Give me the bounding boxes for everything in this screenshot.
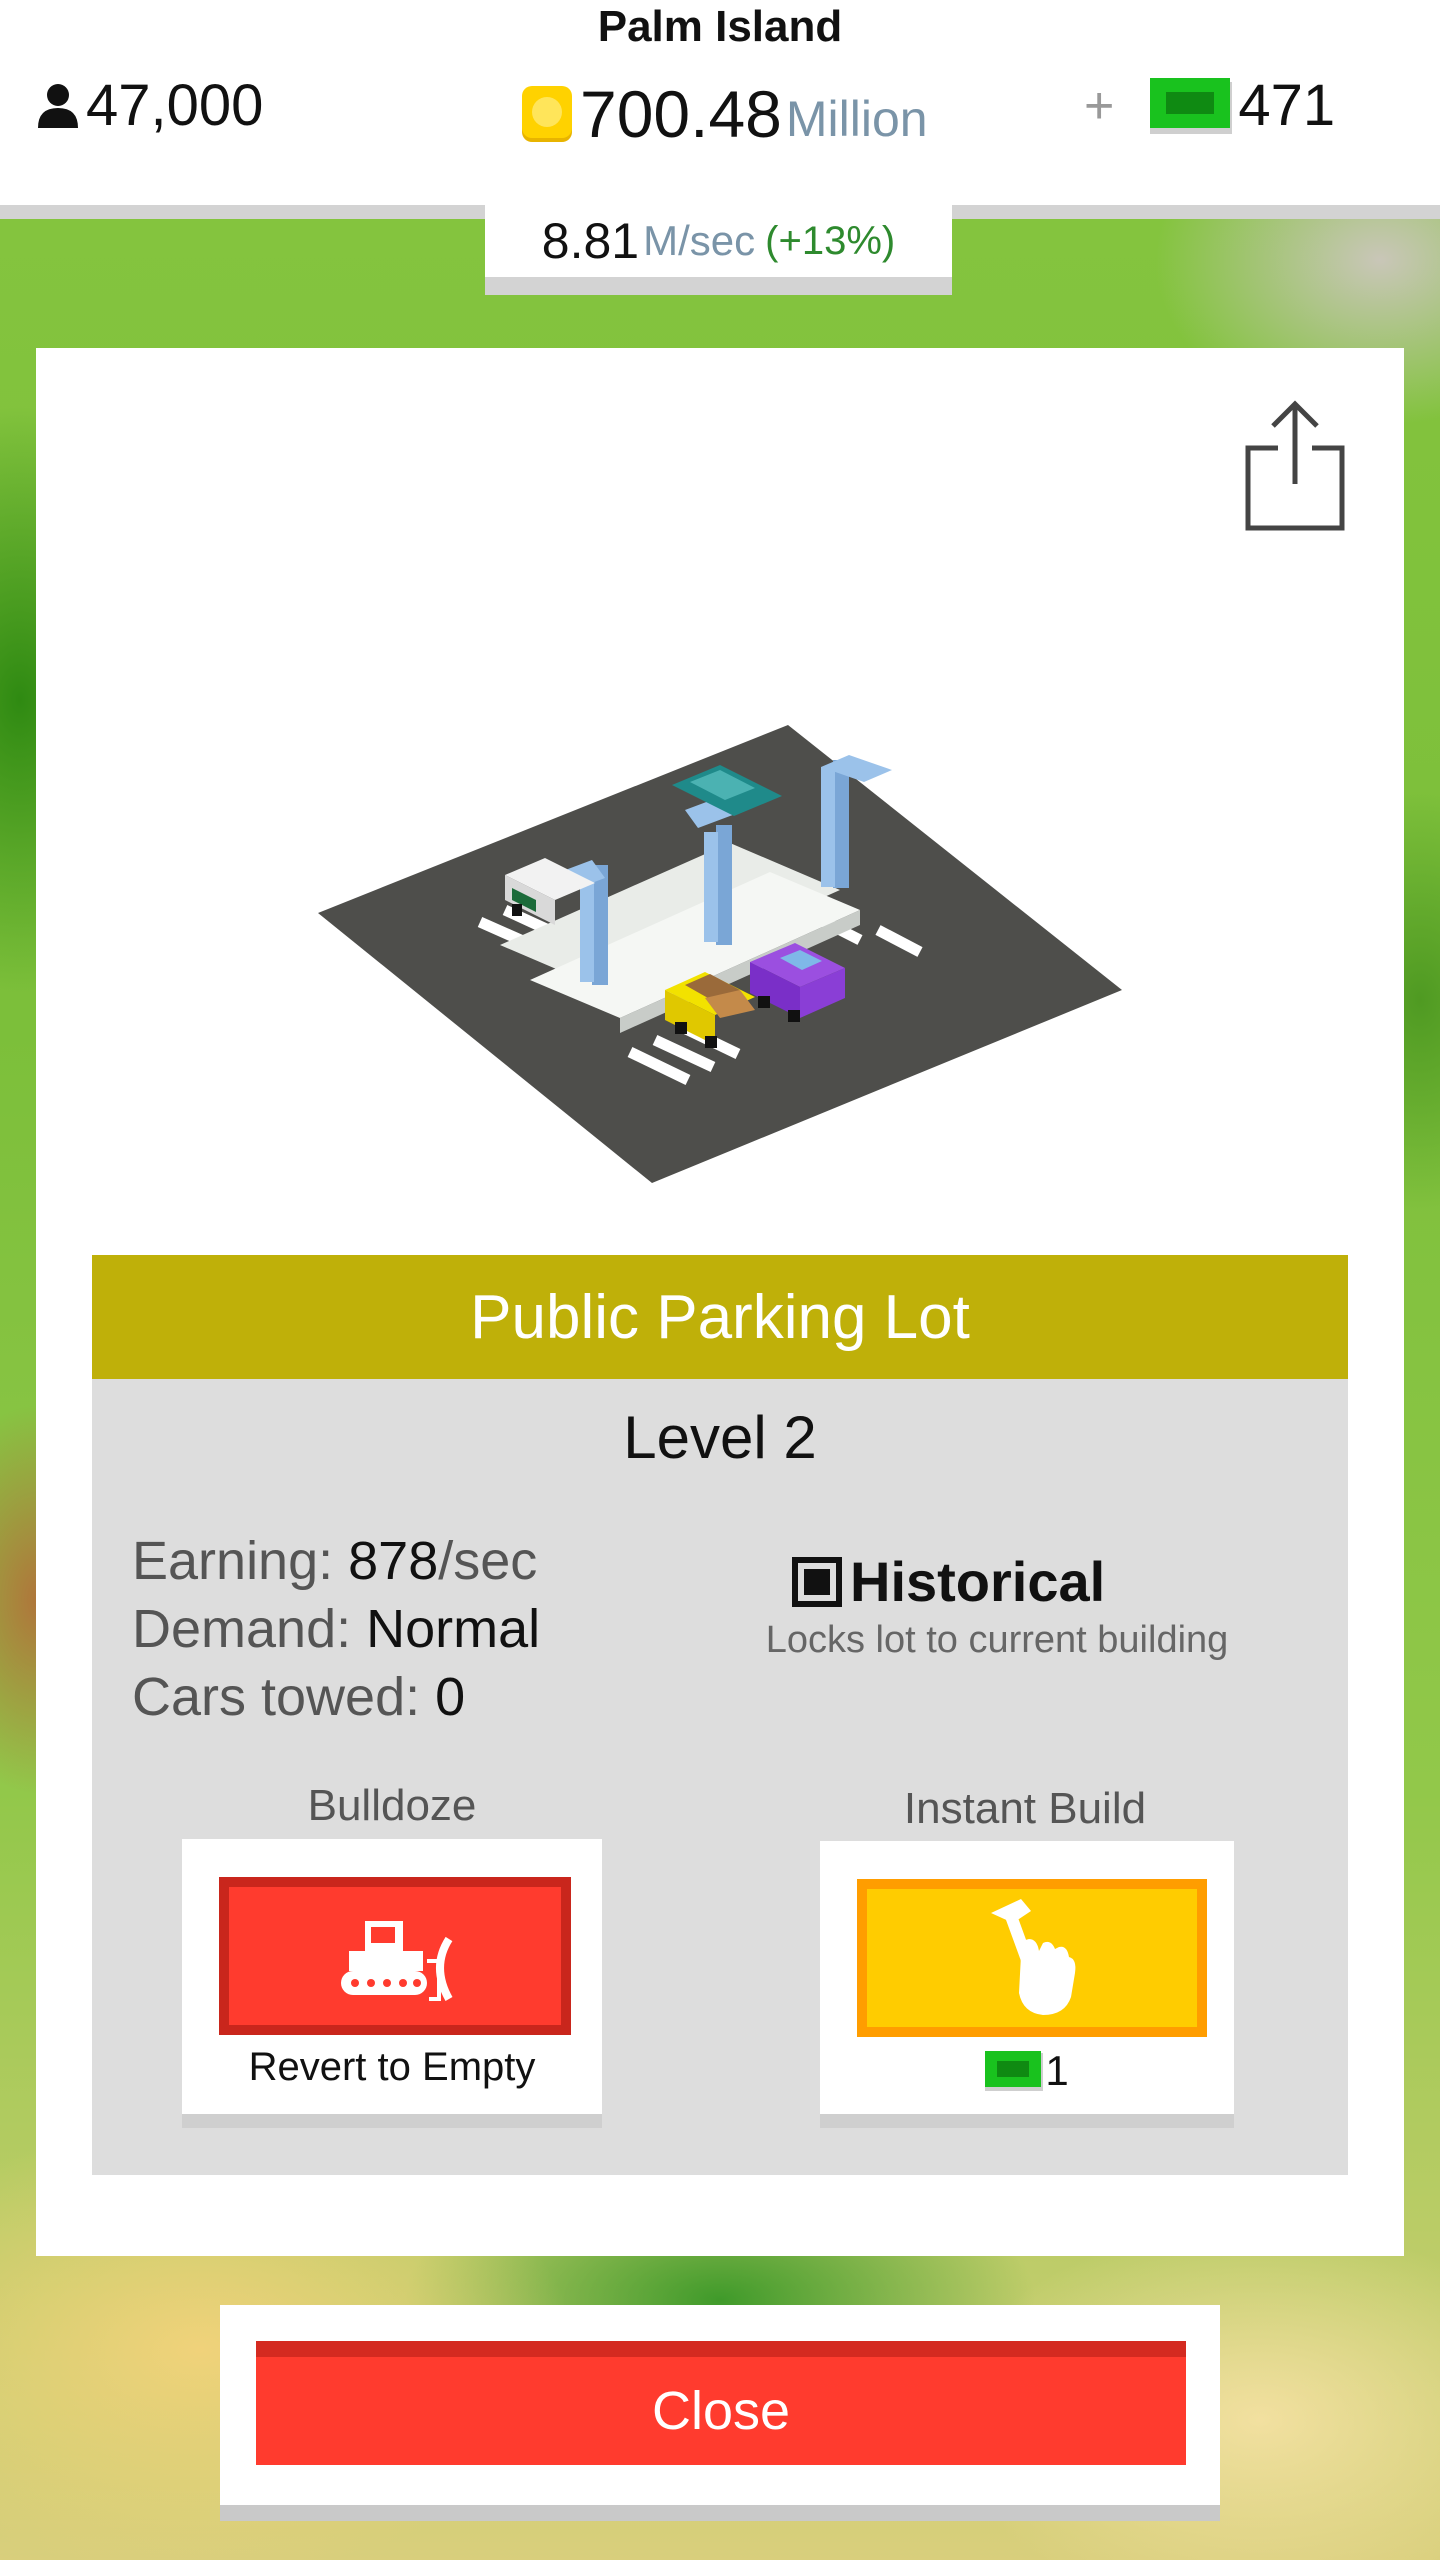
instant-build-label: Instant Build [903, 1784, 1147, 1833]
close-button[interactable]: Close [256, 2341, 1186, 2465]
bulldoze-button[interactable] [219, 1877, 571, 2035]
historical-toggle[interactable]: Historical [792, 1549, 1105, 1614]
cash-icon [1150, 77, 1233, 134]
coin-counter: 700.48 Million [520, 76, 928, 152]
demand-value: Normal [366, 1599, 541, 1659]
demand-row: Demand: Normal [132, 1595, 540, 1663]
rate-value: 8.81 [541, 213, 640, 269]
revert-to-empty-text: Revert to Empty [248, 2045, 536, 2089]
rate-unit: M/sec [643, 217, 756, 264]
instant-build-cost: 1 [820, 2047, 1234, 2095]
coin-unit: Million [785, 91, 928, 147]
instant-build-panel: 1 [820, 1841, 1234, 2114]
population-value: 47,000 [86, 73, 264, 138]
island-name: Palm Island [597, 2, 843, 51]
building-preview-image [318, 725, 1122, 1183]
demand-label: Demand: [132, 1599, 367, 1659]
income-rate-tab: 8.81 M/sec (+13%) [485, 205, 952, 277]
earning-value: 878 [348, 1531, 439, 1591]
top-bar: Palm Island 47,000 700.48 Million + 471 [0, 0, 1440, 205]
bulldoze-label: Bulldoze [307, 1781, 477, 1830]
checkbox-checked-mark [804, 1568, 830, 1595]
person-icon [38, 83, 78, 128]
add-cash-button[interactable]: + [1084, 76, 1114, 136]
coin-icon [522, 86, 572, 142]
earning-label: Earning: [132, 1531, 349, 1591]
cars-towed-row: Cars towed: 0 [132, 1663, 540, 1731]
earning-row: Earning: 878/sec [132, 1527, 540, 1595]
instant-build-panel-shadow [820, 2114, 1234, 2128]
close-button-frame: Close [220, 2305, 1220, 2505]
population-counter: 47,000 [36, 72, 263, 139]
cash-value: 471 [1238, 73, 1336, 138]
share-icon[interactable] [1240, 396, 1350, 536]
instant-build-button[interactable] [857, 1879, 1207, 2037]
building-stats: Earning: 878/sec Demand: Normal Cars tow… [132, 1527, 540, 1731]
coin-value: 700.48 [580, 77, 782, 151]
building-info-panel: Level 2 Earning: 878/sec Demand: Normal … [92, 1379, 1348, 2175]
cash-counter[interactable]: + 471 [1084, 72, 1335, 139]
hammer-hand-icon [991, 1899, 1076, 2015]
historical-checkbox[interactable] [792, 1556, 842, 1607]
building-level: Level 2 [623, 1404, 817, 1471]
building-name: Public Parking Lot [92, 1255, 1348, 1379]
income-rate-tab-shadow [485, 277, 952, 295]
bulldozer-icon [341, 1921, 453, 2001]
cars-towed-label: Cars towed: [132, 1667, 436, 1727]
close-button-frame-shadow [220, 2505, 1220, 2521]
historical-description: Locks lot to current building [765, 1619, 1229, 1661]
cash-icon [985, 2051, 1044, 2091]
bulldoze-panel: Revert to Empty [182, 1839, 602, 2114]
bulldoze-panel-shadow [182, 2114, 602, 2128]
earning-unit: /sec [438, 1531, 538, 1591]
instant-build-cost-value: 1 [1045, 2047, 1069, 2094]
cars-towed-value: 0 [435, 1667, 466, 1727]
rate-change: (+13%) [765, 218, 896, 263]
historical-label: Historical [850, 1550, 1106, 1613]
